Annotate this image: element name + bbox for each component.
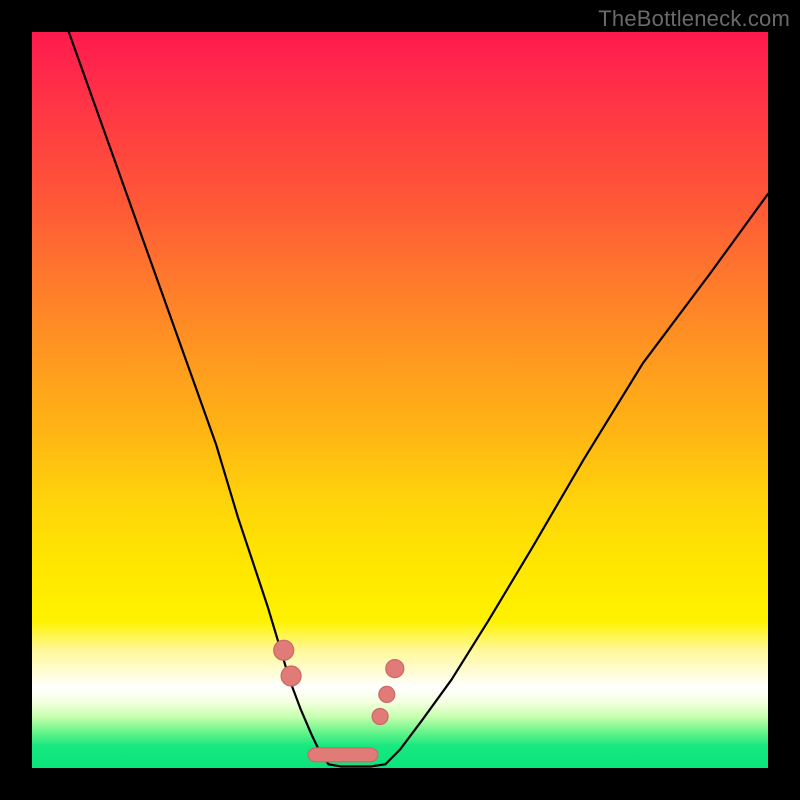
left-upper-dot <box>274 640 294 660</box>
curve-floor <box>329 764 386 766</box>
marker-group <box>274 640 404 724</box>
plot-area <box>32 32 768 768</box>
curve-right <box>385 194 768 764</box>
right-lower-dot <box>372 709 388 725</box>
overlay-svg <box>32 32 768 768</box>
watermark-text: TheBottleneck.com <box>598 6 790 32</box>
right-upper-dot <box>386 660 404 678</box>
valley-marker-bar <box>308 748 378 762</box>
left-lower-dot <box>281 666 301 686</box>
right-mid-dot <box>379 686 395 702</box>
chart-frame: TheBottleneck.com <box>0 0 800 800</box>
